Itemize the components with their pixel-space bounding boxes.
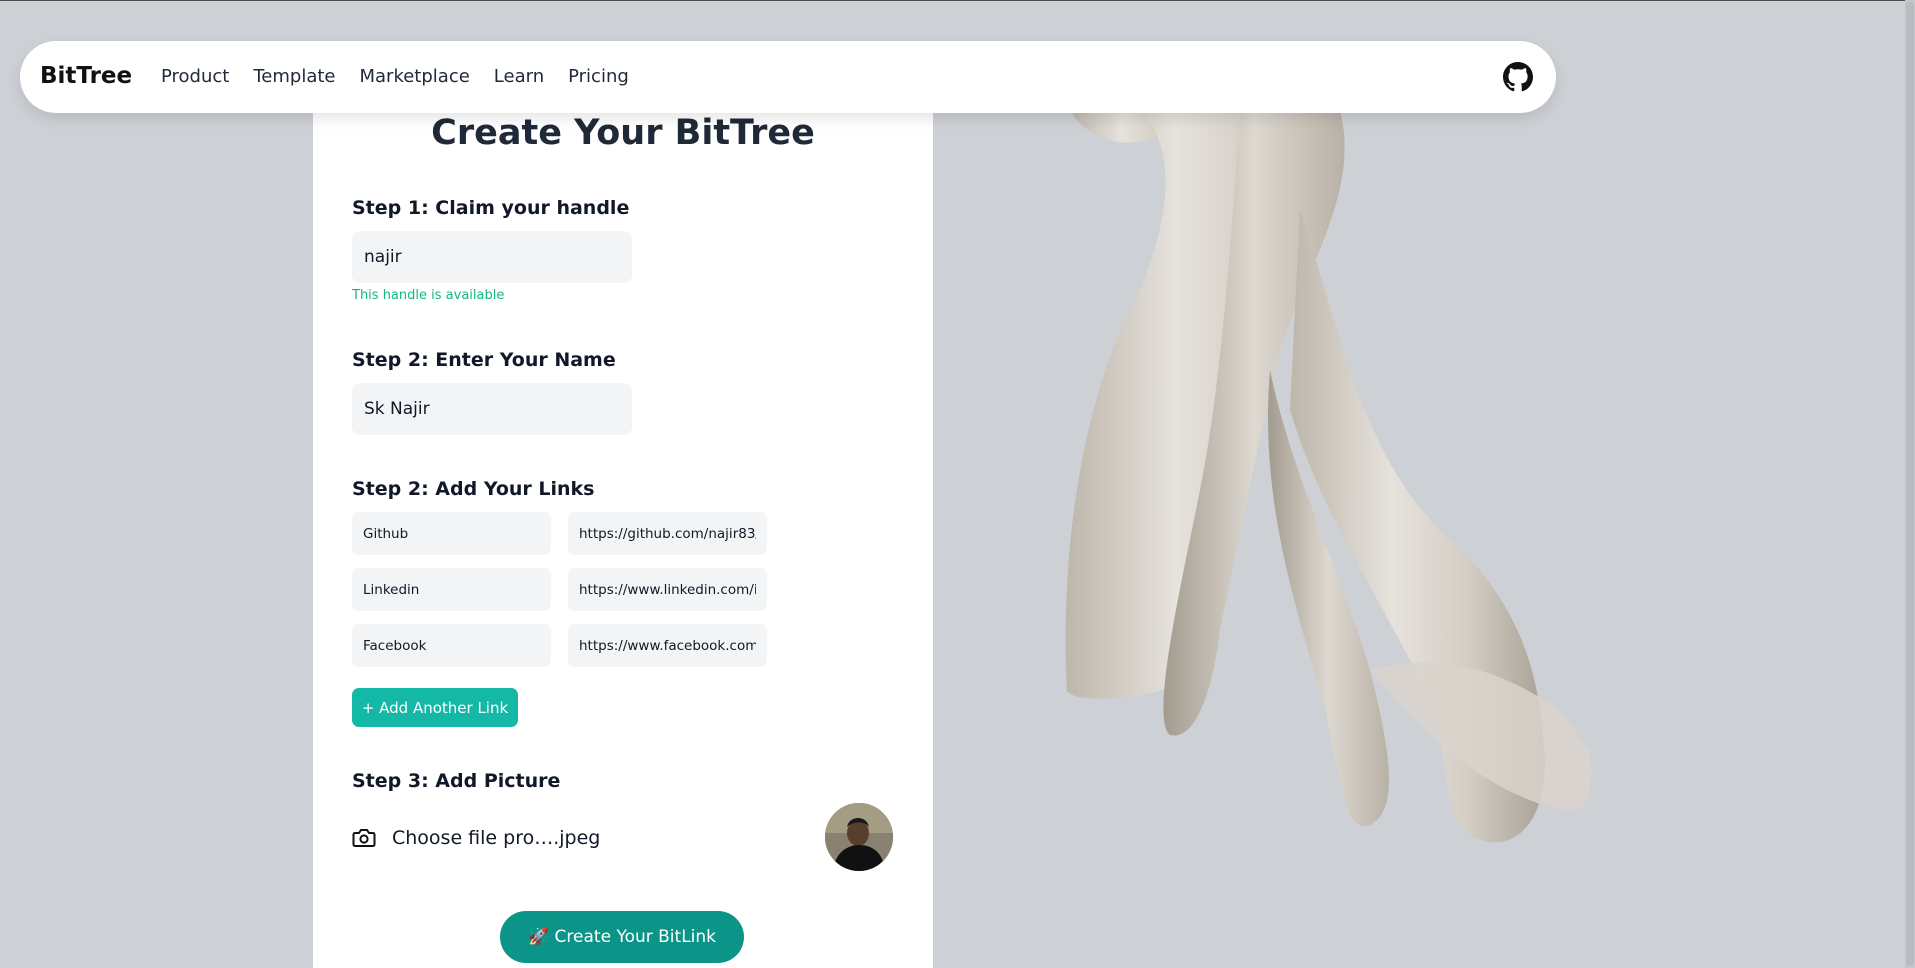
nav-product[interactable]: Product: [161, 66, 229, 87]
link-name-input[interactable]: [352, 512, 551, 555]
link-name-input[interactable]: [352, 568, 551, 611]
link-url-input[interactable]: [568, 568, 767, 611]
step3-title: Step 3: Add Picture: [352, 770, 561, 792]
window-top-border: [0, 0, 1915, 1]
link-name-input[interactable]: [352, 624, 551, 667]
avatar-preview: [825, 803, 893, 871]
file-chooser-label: Choose file pro….jpeg: [392, 827, 601, 849]
handle-status: This handle is available: [352, 288, 505, 303]
nav-learn[interactable]: Learn: [494, 66, 544, 87]
create-bitlink-button[interactable]: 🚀 Create Your BitLink: [500, 911, 744, 963]
link-url-input[interactable]: [568, 512, 767, 555]
github-icon[interactable]: [1503, 62, 1533, 92]
add-link-button[interactable]: + Add Another Link: [352, 688, 518, 727]
fabric-illustration: [1065, 110, 1592, 843]
camera-icon: [352, 829, 376, 847]
nav-links: Product Template Marketplace Learn Prici…: [161, 66, 653, 87]
step1-title: Step 1: Claim your handle: [352, 197, 630, 219]
handle-input[interactable]: [352, 231, 632, 283]
brand-logo[interactable]: BitTree: [40, 63, 132, 89]
avatar-photo: [825, 803, 893, 871]
nav-template[interactable]: Template: [253, 66, 335, 87]
name-input[interactable]: [352, 383, 632, 435]
scrollbar-thumb[interactable]: [1906, 2, 1914, 966]
nav-pricing[interactable]: Pricing: [568, 66, 629, 87]
nav-marketplace[interactable]: Marketplace: [359, 66, 469, 87]
link-url-input[interactable]: [568, 624, 767, 667]
create-form-card: Create Your BitTree Step 1: Claim your h…: [313, 100, 933, 968]
step2-title: Step 2: Enter Your Name: [352, 349, 616, 371]
navbar: BitTree Product Template Marketplace Lea…: [20, 41, 1556, 113]
links-step-title: Step 2: Add Your Links: [352, 478, 595, 500]
scrollbar[interactable]: [1905, 0, 1915, 968]
file-chooser[interactable]: Choose file pro….jpeg: [352, 821, 600, 855]
page-title: Create Your BitTree: [431, 113, 815, 153]
